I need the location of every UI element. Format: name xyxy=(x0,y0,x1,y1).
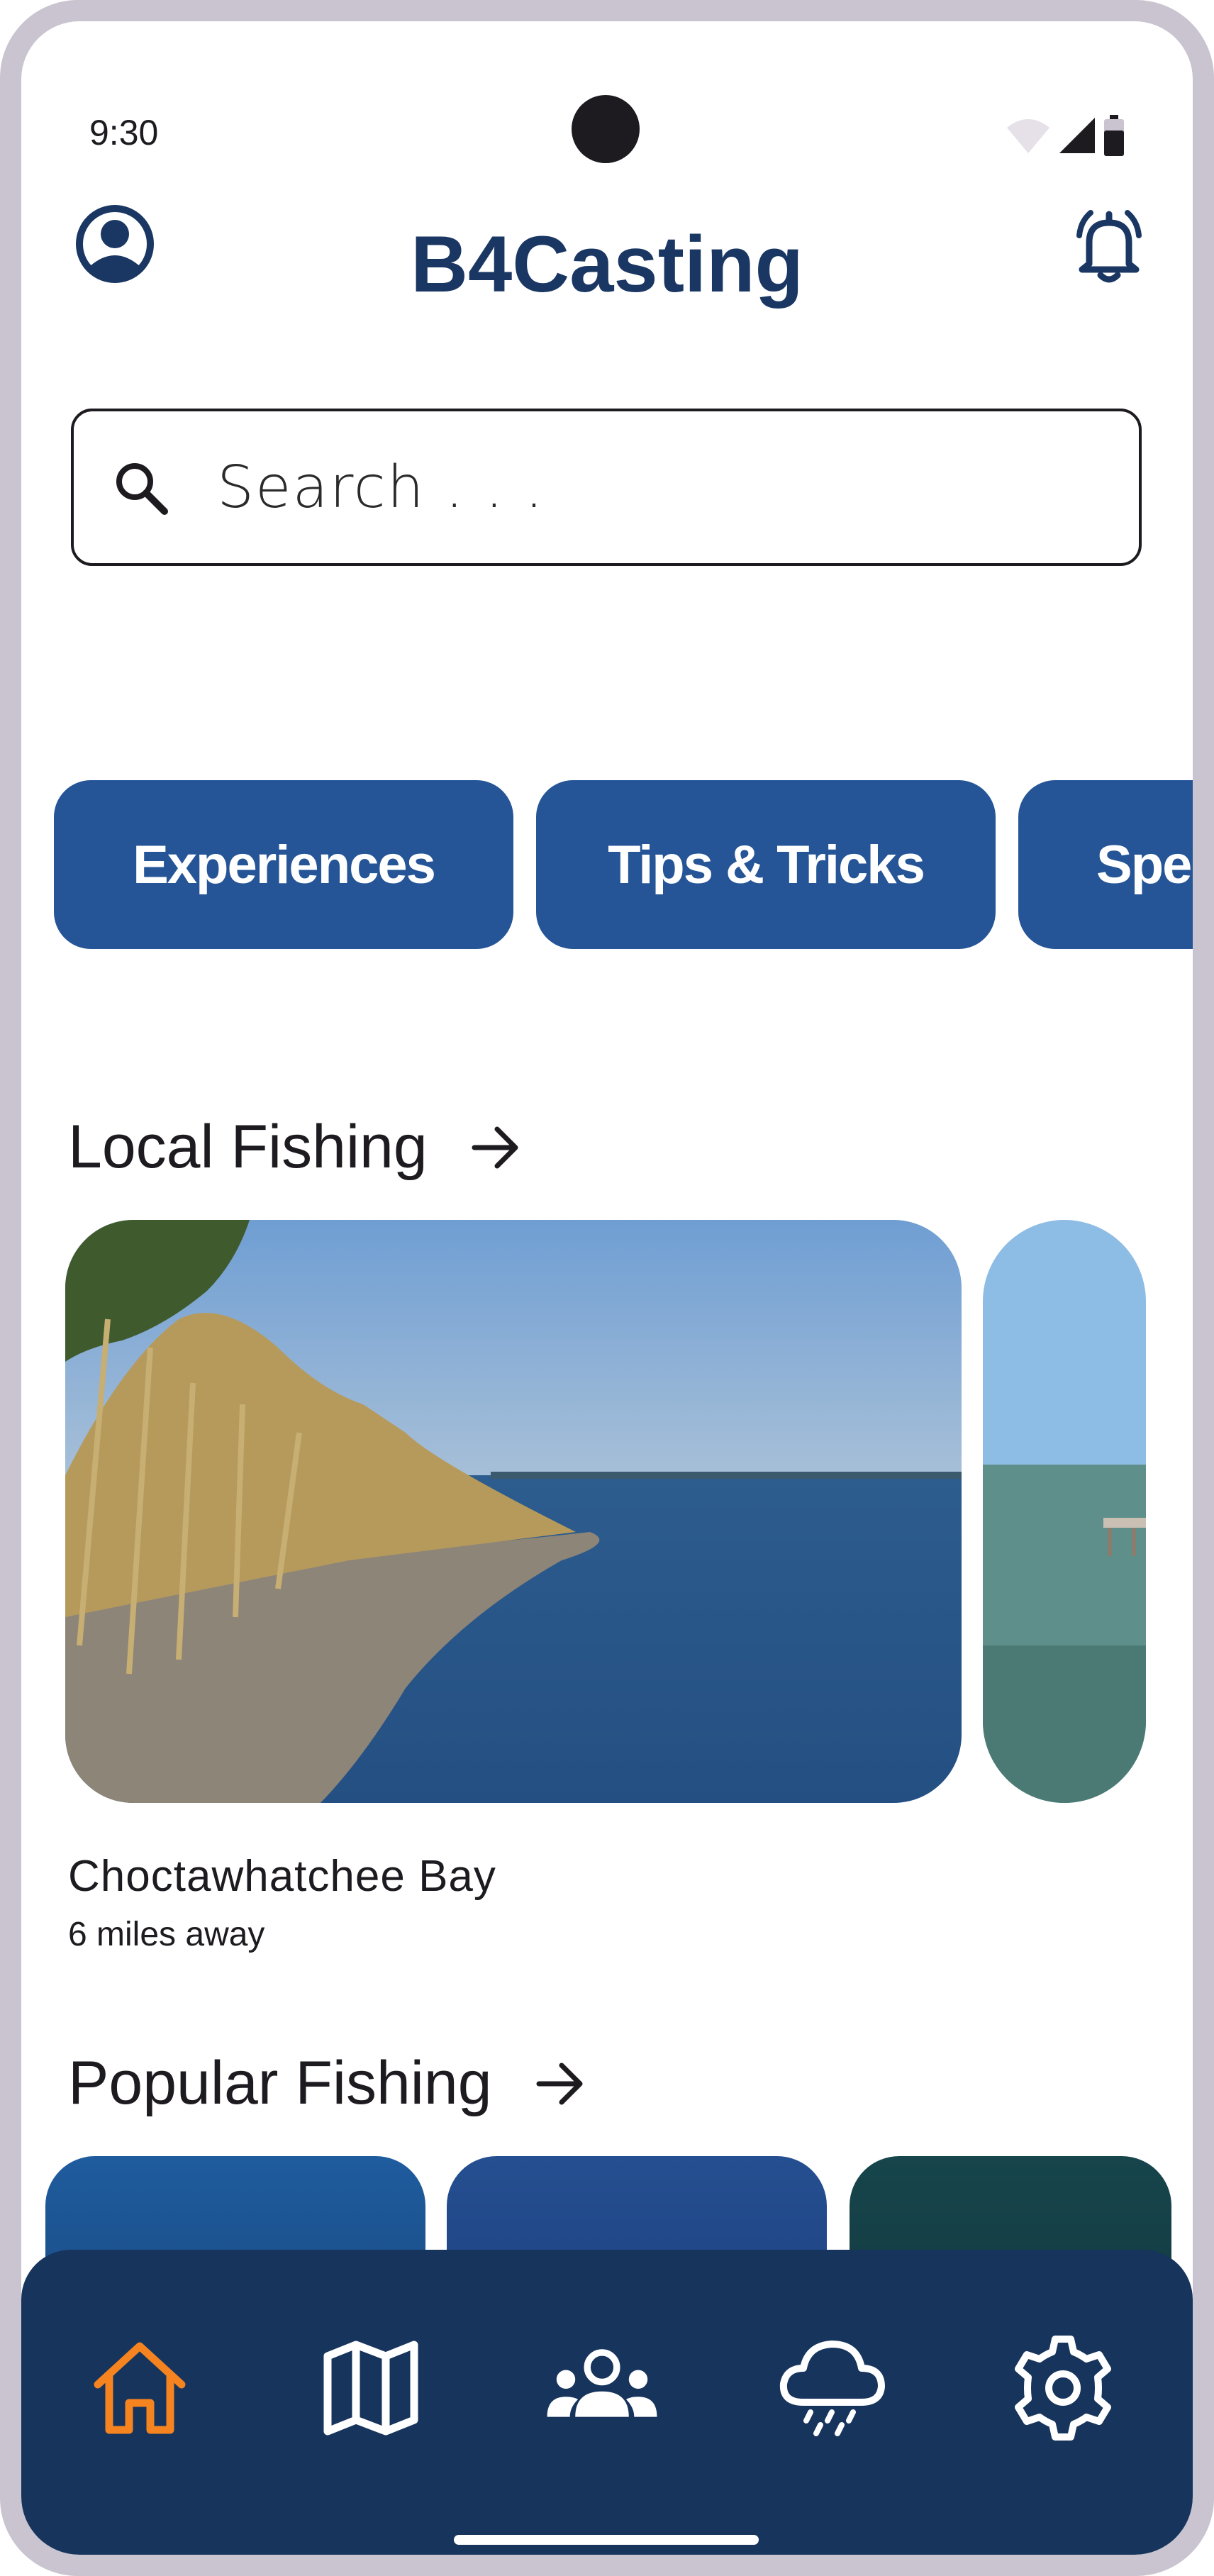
search-input[interactable] xyxy=(216,453,1069,522)
chip-species[interactable]: Spe xyxy=(1018,780,1193,949)
nav-map[interactable] xyxy=(311,2328,431,2448)
search-icon xyxy=(116,463,168,515)
popular-fishing-header[interactable]: Popular Fishing xyxy=(68,2048,589,2119)
signal-icon xyxy=(1059,118,1095,153)
status-time: 9:30 xyxy=(89,113,159,152)
popular-fishing-title: Popular Fishing xyxy=(68,2049,492,2117)
home-icon xyxy=(94,2342,186,2434)
camera-cutout xyxy=(572,95,640,163)
arrow-right-icon[interactable] xyxy=(467,1119,524,1176)
app-title: B4Casting xyxy=(411,220,803,309)
settings-icon xyxy=(1015,2336,1111,2441)
local-fishing-header[interactable]: Local Fishing xyxy=(68,1112,524,1182)
phone-screen: 9:30 B4Casting Search . . . Experiences … xyxy=(21,21,1193,2555)
community-icon xyxy=(547,2349,657,2417)
bay-pier-photo[interactable] xyxy=(983,1220,1146,1803)
bottom-navigation xyxy=(21,2250,1193,2555)
notification-bell-icon[interactable] xyxy=(1068,204,1150,287)
card-name: Choctawhatchee Bay xyxy=(68,1852,496,1901)
local-fishing-title: Local Fishing xyxy=(68,1113,428,1181)
bay-shoreline-photo[interactable] xyxy=(65,1220,962,1803)
device-frame: 9:30 B4Casting Search . . . Experiences … xyxy=(0,0,1214,2576)
search-bar[interactable] xyxy=(71,409,1142,566)
battery-icon xyxy=(1104,115,1124,156)
nav-home[interactable] xyxy=(79,2328,200,2448)
weather-icon xyxy=(779,2341,885,2436)
status-icons xyxy=(1006,115,1125,156)
nav-weather[interactable] xyxy=(772,2328,892,2448)
nav-settings[interactable] xyxy=(1003,2328,1123,2448)
map-icon xyxy=(323,2341,418,2436)
chip-experiences[interactable]: Experiences xyxy=(54,780,513,949)
chip-tips-and-tricks[interactable]: Tips & Tricks xyxy=(536,780,996,949)
arrow-right-icon[interactable] xyxy=(532,2055,589,2112)
gesture-home-indicator[interactable] xyxy=(454,2535,759,2545)
wifi-icon xyxy=(1007,119,1049,153)
nav-community[interactable] xyxy=(542,2328,662,2448)
card-distance: 6 miles away xyxy=(68,1916,265,1953)
